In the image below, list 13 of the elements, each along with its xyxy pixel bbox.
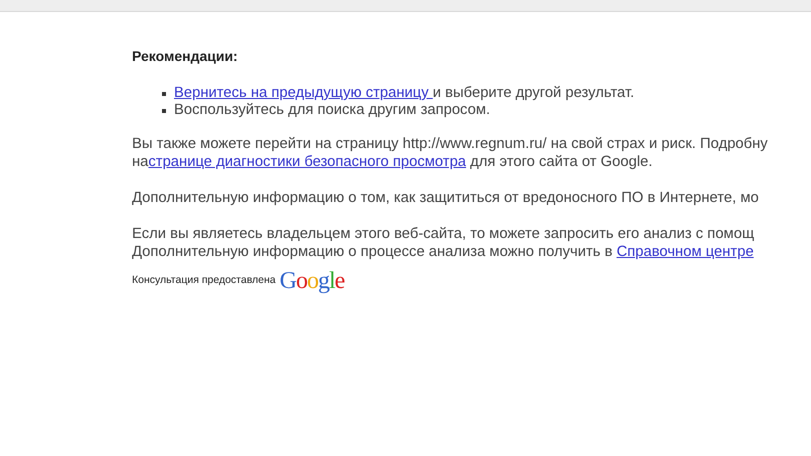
paragraph: Вы также можете перейти на страницу http://www.regnum.ru/ на свой страх и риск. Подробну настранице диагностики безопасного просмотра для этого сайта от Google. [132,135,769,171]
bullet-icon [162,109,166,113]
paragraph: Если вы являетесь владельцем этого веб-сайта, то можете запросить его анализ с помощ Дополнительную информацию о процессе анализа можно получить в Справочном центре [132,225,756,261]
link[interactable]: странице диагностики безопасного просмотра [148,154,466,170]
attribution-text: Консультация предоставлена [132,273,276,288]
paragraph: Дополнительную информацию о том, как защититься от вредоносного ПО в Интернете, мо [132,189,760,207]
list-item: Вернитесь на предыдущую страницу и выберите другой результат. [174,85,811,102]
bullet-icon [162,92,166,96]
link[interactable]: Вернитесь на предыдущую страницу [174,85,433,101]
link[interactable]: Справочном центре [616,244,754,260]
list-item: Воспользуйтесь для поиска другим запросом. [174,102,811,119]
heading: Рекомендации: [132,47,239,66]
logo: Google [280,269,344,293]
